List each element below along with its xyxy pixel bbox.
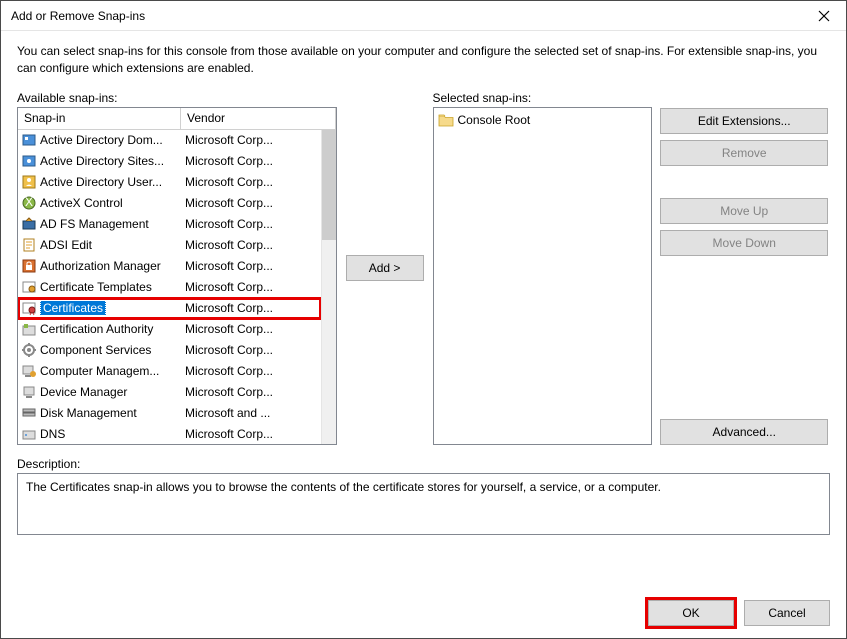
available-label: Available snap-ins: xyxy=(17,91,337,105)
column-header-vendor[interactable]: Vendor xyxy=(181,108,336,129)
snap-in-row[interactable]: Disk ManagementMicrosoft and ... xyxy=(18,403,321,424)
snap-in-name: ADSI Edit xyxy=(40,238,181,252)
ad-dom-icon xyxy=(21,132,37,148)
snap-in-vendor: Microsoft Corp... xyxy=(181,217,321,231)
snap-in-row[interactable]: Active Directory Sites...Microsoft Corp.… xyxy=(18,151,321,172)
snap-in-row[interactable]: Certification AuthorityMicrosoft Corp... xyxy=(18,319,321,340)
snap-in-vendor: Microsoft Corp... xyxy=(181,322,321,336)
snap-in-name: AD FS Management xyxy=(40,217,181,231)
snap-in-row[interactable]: Active Directory User...Microsoft Corp..… xyxy=(18,172,321,193)
snap-in-row[interactable]: AD FS ManagementMicrosoft Corp... xyxy=(18,214,321,235)
snap-in-vendor: Microsoft Corp... xyxy=(181,385,321,399)
ok-button[interactable]: OK xyxy=(648,600,734,626)
selected-label: Selected snap-ins: xyxy=(433,91,653,105)
snap-in-vendor: Microsoft Corp... xyxy=(181,364,321,378)
cert-auth-icon xyxy=(21,321,37,337)
selected-listbox[interactable]: Console Root xyxy=(433,107,653,445)
snap-in-name: Computer Managem... xyxy=(40,364,181,378)
remove-button[interactable]: Remove xyxy=(660,140,828,166)
description-label: Description: xyxy=(17,457,830,471)
snap-in-name: Active Directory Dom... xyxy=(40,133,181,147)
snap-in-name: Certificates xyxy=(40,301,181,315)
cert-tmpl-icon xyxy=(21,279,37,295)
snap-in-vendor: Microsoft and ... xyxy=(181,406,321,420)
snap-in-vendor: Microsoft Corp... xyxy=(181,238,321,252)
certificates-icon xyxy=(21,300,37,316)
available-header: Snap-in Vendor xyxy=(18,108,336,130)
window-title: Add or Remove Snap-ins xyxy=(11,9,801,23)
dns-icon xyxy=(21,426,37,442)
snap-in-name: Disk Management xyxy=(40,406,181,420)
comp-svc-icon xyxy=(21,342,37,358)
cancel-button[interactable]: Cancel xyxy=(744,600,830,626)
snap-in-name: ActiveX Control xyxy=(40,196,181,210)
intro-text: You can select snap-ins for this console… xyxy=(17,43,830,77)
snap-in-row[interactable]: CertificatesMicrosoft Corp... xyxy=(18,298,321,319)
move-down-button[interactable]: Move Down xyxy=(660,230,828,256)
authz-icon xyxy=(21,258,37,274)
snap-in-vendor: Microsoft Corp... xyxy=(181,343,321,357)
device-mgr-icon xyxy=(21,384,37,400)
svg-text:X: X xyxy=(25,195,33,209)
activex-icon: X xyxy=(21,195,37,211)
advanced-button[interactable]: Advanced... xyxy=(660,419,828,445)
snap-in-row[interactable]: Component ServicesMicrosoft Corp... xyxy=(18,340,321,361)
snap-in-vendor: Microsoft Corp... xyxy=(181,259,321,273)
close-icon xyxy=(818,10,830,22)
move-up-button[interactable]: Move Up xyxy=(660,198,828,224)
description-box: The Certificates snap-in allows you to b… xyxy=(17,473,830,535)
snap-in-row[interactable]: DNSMicrosoft Corp... xyxy=(18,424,321,444)
scrollbar-thumb[interactable] xyxy=(322,130,336,240)
snap-in-vendor: Microsoft Corp... xyxy=(181,301,321,315)
tree-root-label: Console Root xyxy=(458,113,531,127)
title-bar: Add or Remove Snap-ins xyxy=(1,1,846,31)
snap-in-row[interactable]: Computer Managem...Microsoft Corp... xyxy=(18,361,321,382)
available-listbox[interactable]: Snap-in Vendor Active Directory Dom...Mi… xyxy=(17,107,337,445)
adfs-icon xyxy=(21,216,37,232)
folder-icon xyxy=(438,113,454,127)
edit-extensions-button[interactable]: Edit Extensions... xyxy=(660,108,828,134)
snap-in-name: Authorization Manager xyxy=(40,259,181,273)
snap-in-name: Device Manager xyxy=(40,385,181,399)
snap-in-name: Active Directory User... xyxy=(40,175,181,189)
snap-in-vendor: Microsoft Corp... xyxy=(181,427,321,441)
snap-in-row[interactable]: X ActiveX ControlMicrosoft Corp... xyxy=(18,193,321,214)
comp-mgmt-icon xyxy=(21,363,37,379)
snap-in-vendor: Microsoft Corp... xyxy=(181,154,321,168)
snap-in-vendor: Microsoft Corp... xyxy=(181,175,321,189)
column-header-snapin[interactable]: Snap-in xyxy=(18,108,181,129)
snap-in-name: Certification Authority xyxy=(40,322,181,336)
snap-in-row[interactable]: Device ManagerMicrosoft Corp... xyxy=(18,382,321,403)
snap-in-vendor: Microsoft Corp... xyxy=(181,196,321,210)
snap-in-name: DNS xyxy=(40,427,181,441)
snap-in-name: Component Services xyxy=(40,343,181,357)
snap-in-name: Certificate Templates xyxy=(40,280,181,294)
close-button[interactable] xyxy=(801,1,846,31)
snap-in-name: Active Directory Sites... xyxy=(40,154,181,168)
description-text: The Certificates snap-in allows you to b… xyxy=(26,480,661,494)
add-button[interactable]: Add > xyxy=(346,255,424,281)
snap-in-row[interactable]: Authorization ManagerMicrosoft Corp... xyxy=(18,256,321,277)
snap-in-vendor: Microsoft Corp... xyxy=(181,280,321,294)
adsi-icon xyxy=(21,237,37,253)
ad-sites-icon xyxy=(21,153,37,169)
disk-mgmt-icon xyxy=(21,405,37,421)
tree-root[interactable]: Console Root xyxy=(436,110,650,130)
snap-in-row[interactable]: Certificate TemplatesMicrosoft Corp... xyxy=(18,277,321,298)
snap-in-row[interactable]: Active Directory Dom...Microsoft Corp... xyxy=(18,130,321,151)
snap-in-vendor: Microsoft Corp... xyxy=(181,133,321,147)
ad-users-icon xyxy=(21,174,37,190)
available-scrollbar[interactable] xyxy=(321,130,336,444)
snap-in-row[interactable]: ADSI EditMicrosoft Corp... xyxy=(18,235,321,256)
